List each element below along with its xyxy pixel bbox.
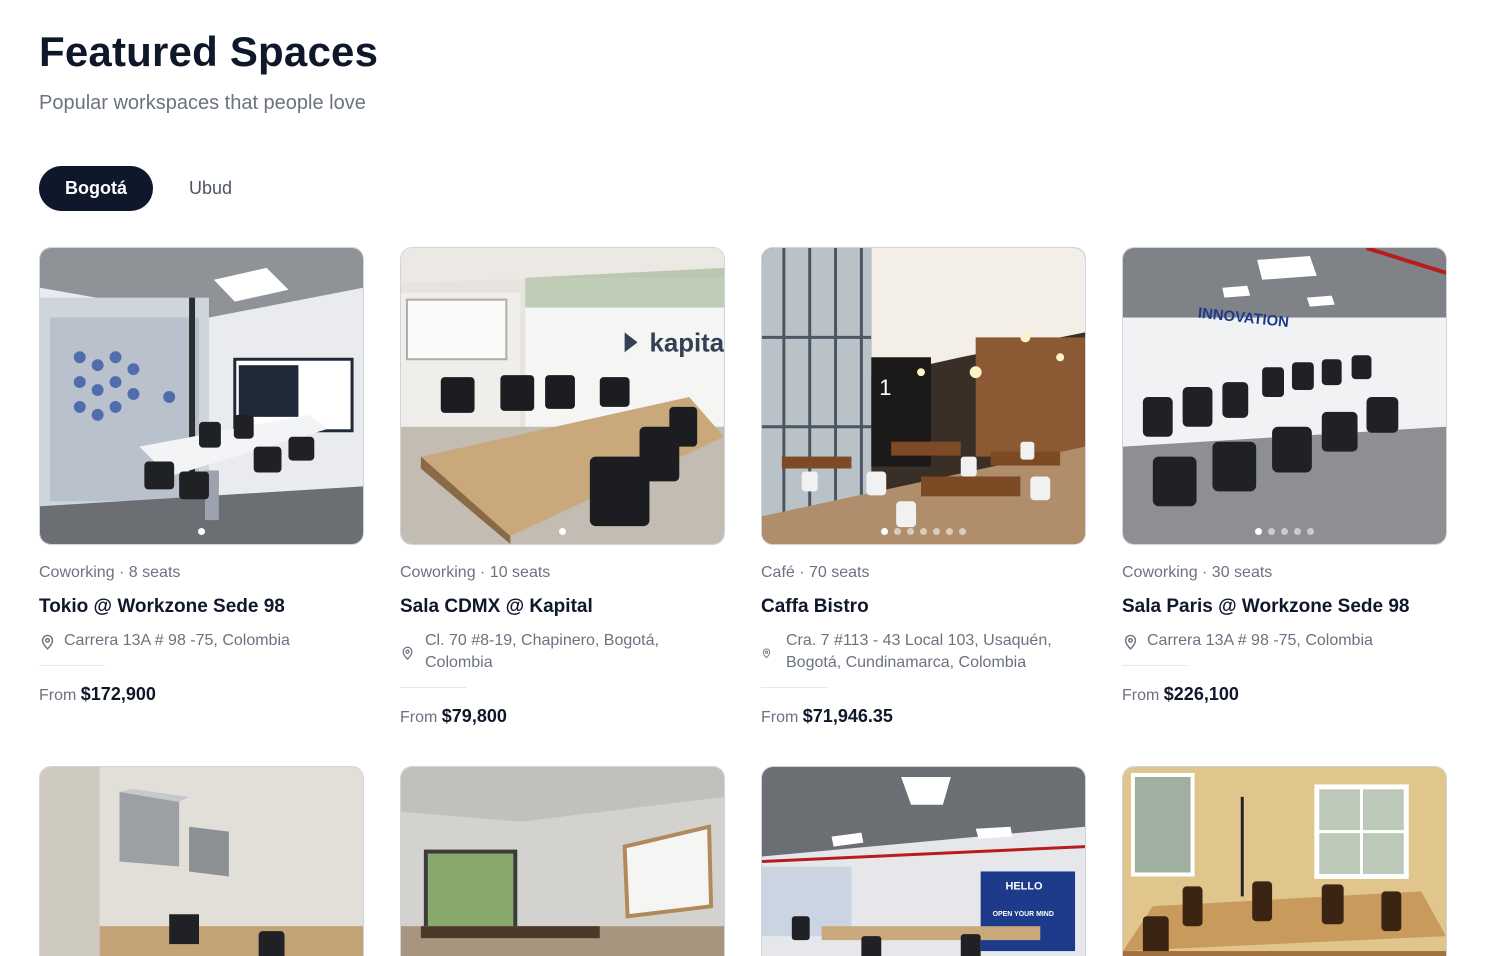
space-card[interactable]: 1 Café · 70 seats Caffa Bistro Cra. 7 #1… xyxy=(761,247,1086,727)
space-card[interactable]: kapita Coworking · 10 seats Sala CDMX @ … xyxy=(400,247,725,727)
divider xyxy=(761,687,827,688)
cafe-interior-photo: 1 xyxy=(762,248,1085,544)
space-address: Carrera 13A # 98 -75, Colombia xyxy=(1122,630,1447,652)
kapital-sign-text: kapita xyxy=(649,329,724,357)
space-photo[interactable]: kapita xyxy=(400,247,725,545)
space-card[interactable] xyxy=(400,766,725,956)
photo-carousel-dots xyxy=(762,528,1085,535)
open-workspace-photo: HELLO OPEN YOUR MIND xyxy=(762,767,1085,956)
open-sign-text: OPEN YOUR MIND xyxy=(993,911,1054,918)
carousel-dot[interactable] xyxy=(946,528,953,535)
space-photo[interactable]: INNOVATION xyxy=(1122,247,1447,545)
spaces-grid: Coworking · 8 seats Tokio @ Workzone Sed… xyxy=(39,247,1447,727)
training-room-photo: INNOVATION xyxy=(1123,248,1446,544)
space-card[interactable]: HELLO OPEN YOUR MIND xyxy=(761,766,1086,956)
featured-spaces-section: Featured Spaces Popular workspaces that … xyxy=(0,0,1488,956)
price-prefix: From xyxy=(761,709,799,726)
space-photo[interactable] xyxy=(39,247,364,545)
carousel-dot[interactable] xyxy=(198,528,205,535)
address-text: Cl. 70 #8-19, Chapinero, Bogotá, Colombi… xyxy=(425,632,659,671)
space-card[interactable] xyxy=(39,766,364,956)
divider xyxy=(1122,665,1188,666)
price-line: From $79,800 xyxy=(400,706,725,727)
spaces-grid-row-2: HELLO OPEN YOUR MIND xyxy=(39,766,1447,956)
conference-room-photo: kapita xyxy=(401,248,724,544)
price-value: $71,946.35 xyxy=(802,706,893,726)
space-card[interactable]: Coworking · 8 seats Tokio @ Workzone Sed… xyxy=(39,247,364,727)
price-prefix: From xyxy=(400,709,438,726)
price-prefix: From xyxy=(1122,687,1160,704)
space-name[interactable]: Sala CDMX @ Kapital xyxy=(400,596,725,618)
divider xyxy=(400,687,466,688)
price-line: From $71,946.35 xyxy=(761,706,1086,727)
price-prefix: From xyxy=(39,687,77,704)
carousel-dot[interactable] xyxy=(894,528,901,535)
meeting-room-photo xyxy=(40,248,363,544)
map-pin-icon xyxy=(400,630,418,674)
photo-carousel-dots xyxy=(401,528,724,535)
space-type-seats: Coworking · 8 seats xyxy=(39,564,181,581)
space-type-seats: Café · 70 seats xyxy=(761,564,870,581)
svg-text:1: 1 xyxy=(879,375,891,400)
carousel-dot[interactable] xyxy=(907,528,914,535)
carousel-dot[interactable] xyxy=(1268,528,1275,535)
address-text: Cra. 7 #113 - 43 Local 103, Usaquén, Bog… xyxy=(786,632,1052,671)
space-address: Carrera 13A # 98 -75, Colombia xyxy=(39,630,364,652)
space-card[interactable] xyxy=(1122,766,1447,956)
space-card[interactable]: INNOVATION Coworking · 30 seats Sala Par… xyxy=(1122,247,1447,727)
tab-bogota[interactable]: Bogotá xyxy=(39,166,153,211)
space-photo[interactable] xyxy=(1122,766,1447,956)
space-photo[interactable] xyxy=(400,766,725,956)
page-title: Featured Spaces xyxy=(39,28,379,75)
carousel-dot[interactable] xyxy=(1281,528,1288,535)
carousel-dot[interactable] xyxy=(1294,528,1301,535)
price-line: From $172,900 xyxy=(39,684,364,705)
carousel-dot[interactable] xyxy=(1255,528,1262,535)
private-office-photo xyxy=(40,767,363,956)
space-name[interactable]: Sala Paris @ Workzone Sede 98 xyxy=(1122,596,1447,618)
space-address: Cra. 7 #113 - 43 Local 103, Usaquén, Bog… xyxy=(761,630,1086,674)
space-name[interactable]: Caffa Bistro xyxy=(761,596,1086,618)
dining-room-photo xyxy=(1123,767,1446,956)
price-value: $172,900 xyxy=(80,684,156,704)
page-subtitle: Popular workspaces that people love xyxy=(39,92,366,114)
carousel-dot[interactable] xyxy=(1307,528,1314,535)
map-pin-icon xyxy=(39,630,57,652)
city-tabs: Bogotá Ubud xyxy=(39,166,254,211)
space-photo[interactable]: 1 xyxy=(761,247,1086,545)
price-value: $226,100 xyxy=(1163,684,1239,704)
price-value: $79,800 xyxy=(441,706,507,726)
map-pin-icon xyxy=(761,630,779,674)
space-type-seats: Coworking · 10 seats xyxy=(400,564,551,581)
address-text: Carrera 13A # 98 -75, Colombia xyxy=(1147,632,1373,649)
space-type-seats: Coworking · 30 seats xyxy=(1122,564,1273,581)
photo-carousel-dots xyxy=(40,528,363,535)
space-name[interactable]: Tokio @ Workzone Sede 98 xyxy=(39,596,364,618)
space-address: Cl. 70 #8-19, Chapinero, Bogotá, Colombi… xyxy=(400,630,725,674)
space-photo[interactable]: HELLO OPEN YOUR MIND xyxy=(761,766,1086,956)
classroom-photo xyxy=(401,767,724,956)
carousel-dot[interactable] xyxy=(959,528,966,535)
tab-ubud[interactable]: Ubud xyxy=(167,166,254,211)
hello-sign-text: HELLO xyxy=(1005,880,1042,892)
divider xyxy=(39,665,105,666)
address-text: Carrera 13A # 98 -75, Colombia xyxy=(64,632,290,649)
photo-carousel-dots xyxy=(1123,528,1446,535)
carousel-dot[interactable] xyxy=(559,528,566,535)
carousel-dot[interactable] xyxy=(881,528,888,535)
carousel-dot[interactable] xyxy=(920,528,927,535)
map-pin-icon xyxy=(1122,630,1140,652)
space-photo[interactable] xyxy=(39,766,364,956)
price-line: From $226,100 xyxy=(1122,684,1447,705)
carousel-dot[interactable] xyxy=(933,528,940,535)
